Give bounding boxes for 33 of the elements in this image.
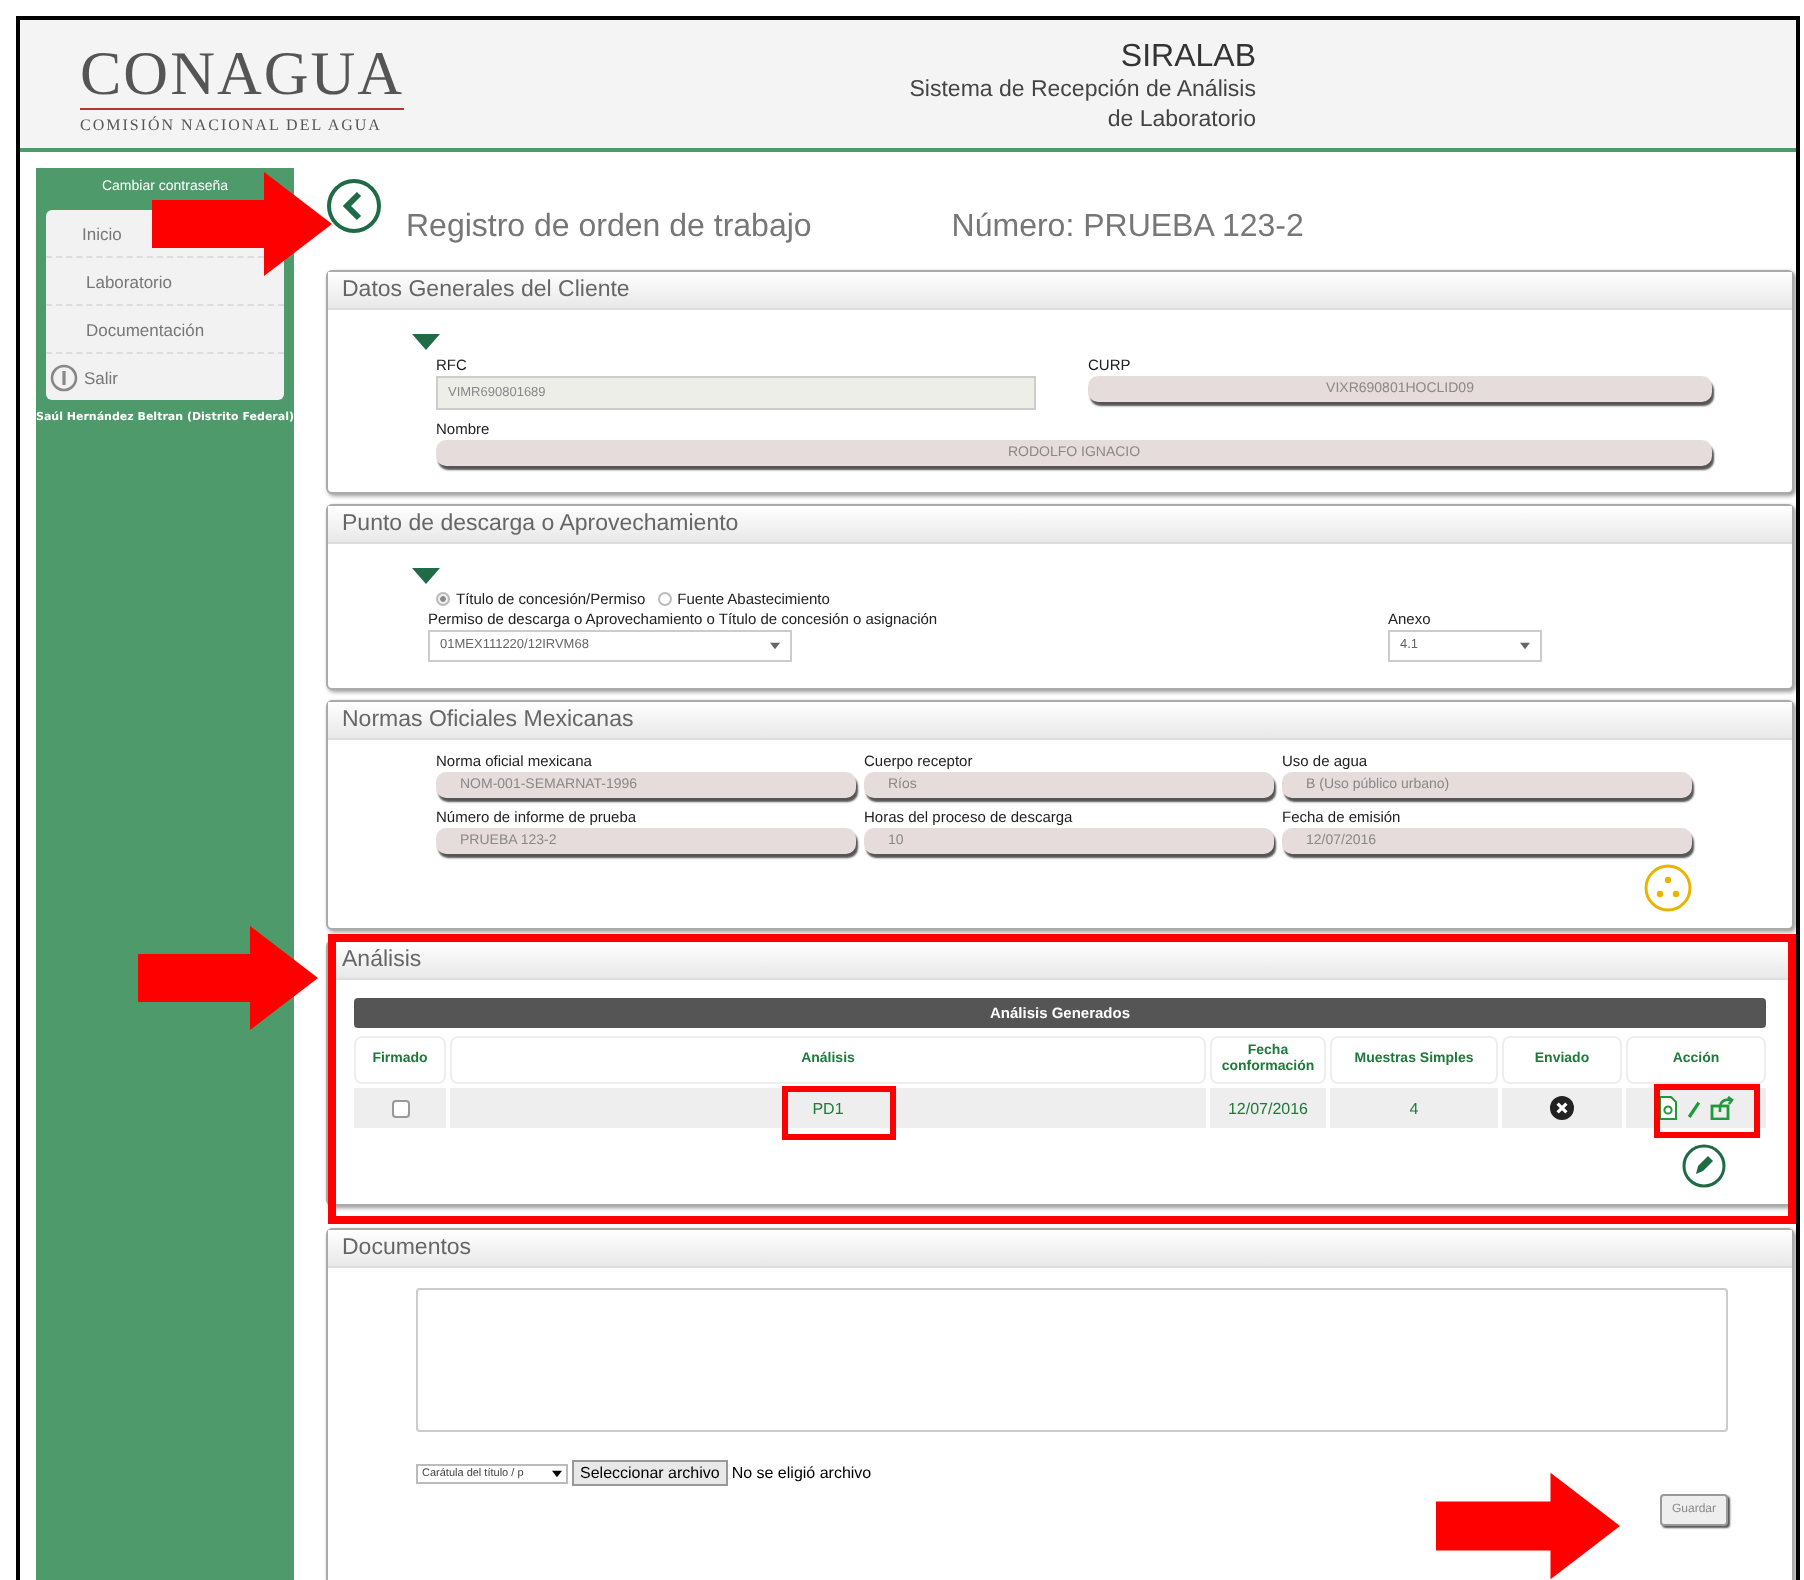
signed-checkbox[interactable] xyxy=(391,1099,409,1117)
panel-title: Punto de descarga o Aprovechamiento xyxy=(328,506,1792,544)
caret-icon xyxy=(552,1469,562,1477)
document-icon[interactable] xyxy=(1658,1096,1678,1120)
caret-icon xyxy=(770,642,780,650)
back-icon[interactable] xyxy=(326,178,382,234)
menu-item[interactable]: Inicio xyxy=(82,210,122,256)
caret-icon xyxy=(1520,642,1530,650)
pencil-icon[interactable] xyxy=(1686,1097,1702,1119)
panel-title: Normas Oficiales Mexicanas xyxy=(328,702,1792,740)
choose-file-button[interactable]: Seleccionar archivo xyxy=(572,1460,728,1486)
table-cell: 12/07/2016 xyxy=(1210,1088,1326,1128)
table-cell: PD1 xyxy=(450,1088,1206,1128)
table-cell: 4 xyxy=(1330,1088,1498,1128)
collapse-icon[interactable] xyxy=(412,334,440,350)
logo-text: CONAGUA xyxy=(80,44,404,104)
file-status: No se eligió archivo xyxy=(731,1464,872,1482)
export-icon[interactable] xyxy=(1710,1096,1734,1120)
panel-title: Documentos xyxy=(328,1230,1792,1268)
collapse-icon[interactable] xyxy=(412,568,440,584)
panel-title: Datos Generales del Cliente xyxy=(328,272,1792,310)
menu-item[interactable]: Documentación xyxy=(86,306,205,352)
order-number: Número: PRUEBA 123-2 xyxy=(951,210,1304,246)
edit-icon[interactable] xyxy=(1682,1144,1726,1188)
logout-link[interactable]: Salir xyxy=(50,354,119,400)
app-subtitle: Sistema de Recepción de Análisis xyxy=(909,76,1256,106)
logo-subtitle: COMISIÓN NACIONAL DEL AGUA xyxy=(80,108,404,134)
page-title: Registro de orden de trabajo xyxy=(406,210,812,246)
info-icon xyxy=(50,363,78,391)
app-subtitle: de Laboratorio xyxy=(1105,106,1256,136)
app-name: SIRALAB xyxy=(1118,40,1256,76)
nodes-icon[interactable] xyxy=(1644,864,1692,912)
menu-item[interactable]: Laboratorio xyxy=(86,258,173,304)
